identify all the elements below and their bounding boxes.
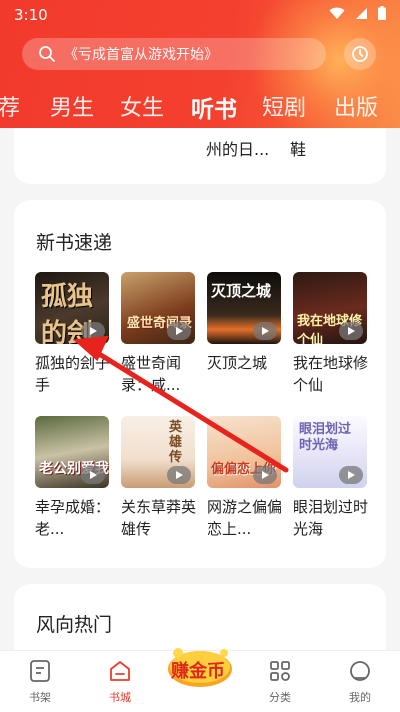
bookshelf-icon <box>30 660 50 682</box>
status-time: 3:10 <box>14 6 48 24</box>
nav-label: 我的 <box>349 691 371 704</box>
play-icon <box>339 322 363 340</box>
previous-section-card: 州的日... 鞋 <box>14 128 386 184</box>
book-item[interactable]: 偏偏恋上你 网游之偏偏恋上... <box>207 416 283 540</box>
nav-bookstore[interactable]: 书城 <box>90 659 150 705</box>
book-item[interactable]: 老公别爱我 幸孕成婚：老... <box>35 416 111 540</box>
play-icon <box>81 322 105 340</box>
cover-title: 灭顶之城 <box>211 282 272 300</box>
tab-short-drama[interactable]: 短剧 <box>262 90 306 122</box>
book-title[interactable]: 幸孕成婚：老... <box>35 496 111 540</box>
book-cover[interactable]: 我在地球修个仙 <box>293 272 367 344</box>
play-icon <box>167 466 191 484</box>
search-bar[interactable]: 《亏成首富从游戏开始》 <box>22 38 326 70</box>
play-icon <box>81 466 105 484</box>
history-button[interactable] <box>344 38 376 70</box>
battery-icon <box>378 6 386 20</box>
book-title[interactable]: 关东草莽英雄传 <box>121 496 197 540</box>
bottom-nav: 书架 书城 赚金币 分类 我的 <box>0 648 400 712</box>
book-cover[interactable]: 英雄传 <box>121 416 195 488</box>
section-title: 新书速递 <box>36 232 113 254</box>
signal-icon <box>356 7 367 19</box>
search-icon <box>39 46 55 62</box>
cover-title: 英雄传 <box>169 420 183 465</box>
book-item[interactable]: 灭顶之城 灭顶之城 <box>207 272 281 374</box>
prev-book-title-fragment-2[interactable]: 鞋 <box>290 136 306 160</box>
prev-book-title-fragment[interactable]: 州的日... <box>206 136 269 160</box>
book-title[interactable]: 孤独的刽子手 <box>35 352 111 396</box>
nav-mine[interactable]: 我的 <box>330 659 390 705</box>
store-icon <box>110 661 130 681</box>
play-icon <box>167 322 191 340</box>
nav-label: 书架 <box>29 691 51 704</box>
book-cover[interactable]: 盛世奇闻录 <box>121 272 195 344</box>
tab-male[interactable]: 男生 <box>50 90 94 122</box>
clock-icon <box>352 46 368 62</box>
status-icons <box>329 6 386 20</box>
nav-label: 书城 <box>109 691 131 704</box>
play-icon <box>253 322 277 340</box>
book-cover[interactable]: 老公别爱我 <box>35 416 109 488</box>
book-title[interactable]: 眼泪划过时光海 <box>293 496 369 540</box>
category-icon <box>270 661 290 681</box>
new-books-card: 新书速递 孤独的刽子手 孤独的刽子手 盛世奇闻录 盛世奇闻录：咸... 灭顶之城… <box>14 200 386 568</box>
book-item[interactable]: 孤独的刽子手 孤独的刽子手 <box>35 272 111 396</box>
book-cover[interactable]: 灭顶之城 <box>207 272 281 344</box>
book-title[interactable]: 我在地球修个仙 <box>293 352 369 396</box>
category-tabs: 荐 男生 女生 听书 短剧 出版 <box>0 90 400 126</box>
nav-bookshelf[interactable]: 书架 <box>10 659 70 705</box>
book-item[interactable]: 我在地球修个仙 我在地球修个仙 <box>293 272 369 396</box>
status-bar: 3:10 <box>0 0 400 30</box>
tab-female[interactable]: 女生 <box>120 90 164 122</box>
book-cover[interactable]: 眼泪划过时光海 <box>293 416 367 488</box>
nav-label: 分类 <box>269 691 291 704</box>
earn-coins-label: 赚金币 <box>171 661 225 682</box>
header: 3:10 《亏成首富从游戏开始》 荐 男生 女生 听书 短剧 出版 <box>0 0 400 128</box>
book-item[interactable]: 眼泪划过时光海 眼泪划过时光海 <box>293 416 369 540</box>
earn-coins-button[interactable]: 赚金币 <box>166 645 234 691</box>
cover-title: 眼泪划过时光海 <box>299 422 352 453</box>
book-cover[interactable]: 孤独的刽子手 <box>35 272 109 344</box>
book-item[interactable]: 盛世奇闻录 盛世奇闻录：咸... <box>121 272 195 396</box>
book-title[interactable]: 网游之偏偏恋上... <box>207 496 283 540</box>
section-title: 风向热门 <box>36 614 113 636</box>
book-item[interactable]: 英雄传 关东草莽英雄传 <box>121 416 197 540</box>
profile-icon <box>350 661 370 681</box>
tab-recommend[interactable]: 荐 <box>0 90 20 122</box>
tab-audiobook[interactable]: 听书 <box>191 90 237 124</box>
play-icon <box>253 466 277 484</box>
nav-category[interactable]: 分类 <box>250 659 310 705</box>
search-placeholder: 《亏成首富从游戏开始》 <box>64 47 218 63</box>
wifi-icon <box>329 7 345 19</box>
tab-publish[interactable]: 出版 <box>334 90 378 122</box>
book-title[interactable]: 灭顶之城 <box>207 352 283 374</box>
book-cover[interactable]: 偏偏恋上你 <box>207 416 281 488</box>
book-title[interactable]: 盛世奇闻录：咸... <box>121 352 197 396</box>
play-icon <box>339 466 363 484</box>
